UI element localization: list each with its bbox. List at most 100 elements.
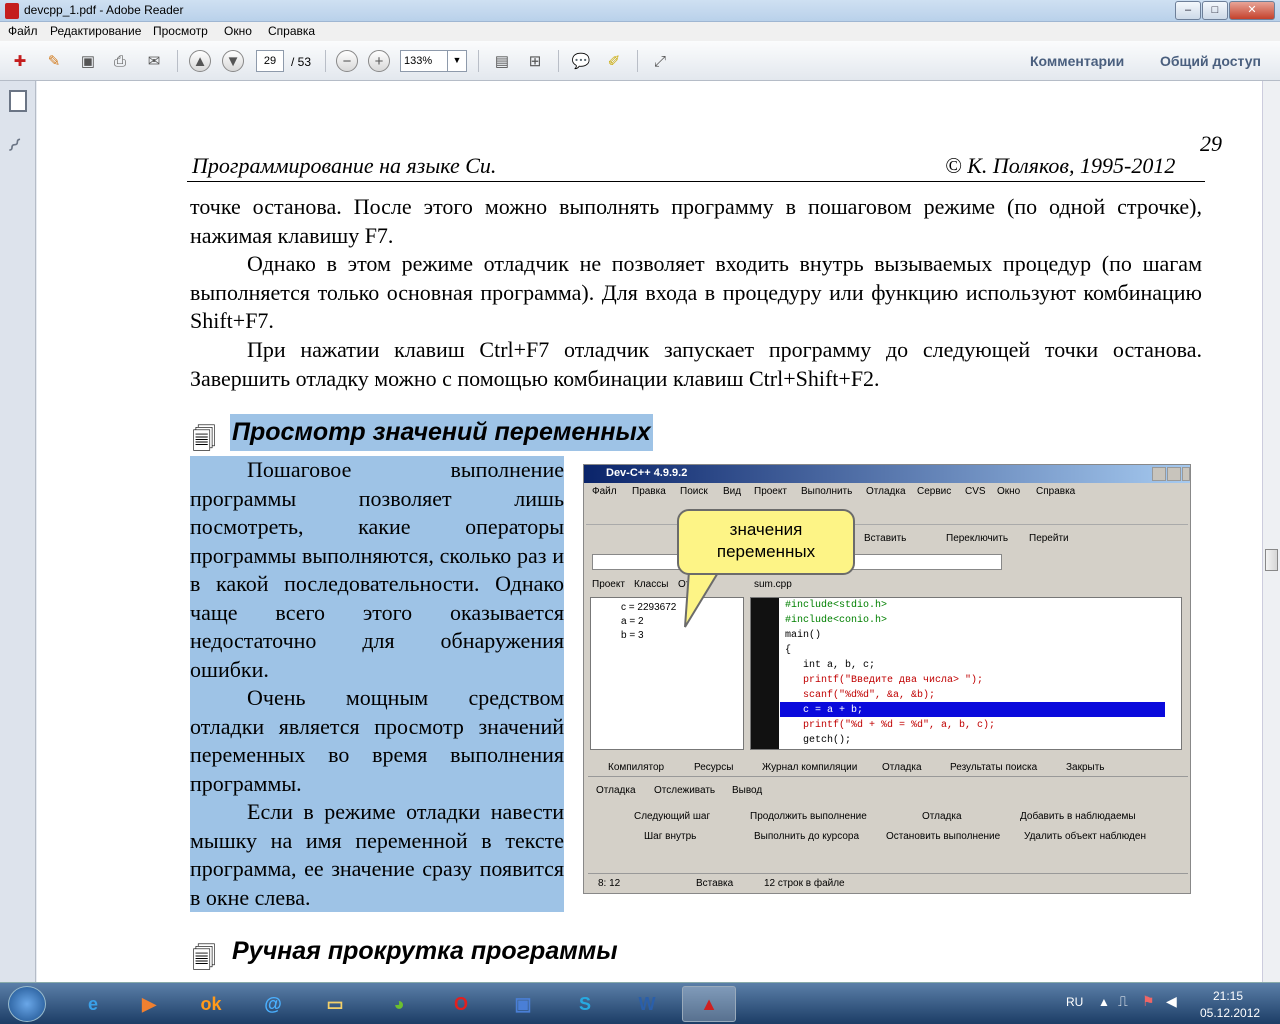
devcpp-action: Отладка (922, 811, 962, 822)
zoom-input[interactable]: 133% (400, 50, 448, 72)
acrobat-taskbar-icon[interactable]: ▲ (682, 986, 736, 1022)
clock-time[interactable]: 21:15 (1213, 989, 1243, 1003)
word-icon[interactable]: W (620, 986, 674, 1022)
comments-link[interactable]: Комментарии (1030, 53, 1124, 69)
devcpp-bottom-tab: Ресурсы (694, 762, 734, 773)
devcpp-screenshot: Dev-C++ 4.9.9.2 Файл Правка Поиск Вид Пр… (583, 464, 1191, 894)
explorer-icon[interactable]: ▭ (308, 986, 362, 1022)
paragraph: Если в режиме отладки навести мышку на и… (190, 798, 564, 912)
volume-icon[interactable]: ◀ (1166, 993, 1177, 1010)
devcpp-bottom-tab: Журнал компиляции (762, 762, 858, 773)
devcpp-menu-item: Окно (997, 486, 1021, 497)
read-mode-icon[interactable]: ⤢ (648, 49, 672, 73)
devcpp-action: Остановить выполнение (886, 831, 1001, 842)
devcpp-menu-item: Сервис (917, 486, 952, 497)
start-button[interactable] (8, 986, 46, 1022)
menu-bar: Файл Редактирование Просмотр Окно Справк… (0, 22, 1280, 41)
network-icon[interactable]: ⎍ (1118, 993, 1128, 1010)
code-line: c = a + b; (785, 705, 864, 716)
devcpp-action: Шаг внутрь (644, 831, 697, 842)
devcpp-tab: Проект (592, 579, 625, 590)
devcpp-status: 12 строк в файле (764, 878, 845, 889)
skype-icon[interactable]: S (558, 986, 612, 1022)
devcpp-menu-item: Правка (632, 486, 666, 497)
save-icon[interactable]: ▣ (76, 49, 100, 73)
devcpp-action: Продолжить выполнение (750, 811, 867, 822)
devcpp-menu-item: Файл (592, 486, 617, 497)
code-line: printf("%d + %d = %d", a, b, c); (785, 720, 996, 731)
devcpp-action: Выполнить до курсора (754, 831, 860, 842)
devcpp-bottom-tab: Отладка (882, 762, 922, 773)
devcpp-bottom-tab: Закрыть (1066, 762, 1105, 773)
email-icon[interactable]: ✉ (142, 49, 166, 73)
code-line: getch(); (785, 735, 852, 746)
fit-page-icon[interactable]: ▤ (490, 49, 514, 73)
clock-date[interactable]: 05.12.2012 (1200, 1006, 1260, 1020)
highlight-icon[interactable]: ✐ (602, 49, 626, 73)
fit-width-icon[interactable]: ⊞ (523, 49, 547, 73)
page-header-right: © К. Поляков, 1995-2012 (945, 153, 1176, 178)
page-number: 29 (1200, 131, 1222, 156)
zoom-in-icon[interactable]: + (368, 50, 390, 72)
mail-agent-icon[interactable]: @ (246, 986, 300, 1022)
code-line: int a, b, c; (785, 660, 876, 671)
vertical-scrollbar[interactable] (1262, 81, 1280, 982)
language-indicator[interactable]: RU (1066, 995, 1083, 1009)
menu-window[interactable]: Окно (224, 24, 252, 38)
toolbar-divider (177, 50, 178, 72)
code-line: main() (785, 630, 822, 641)
title-bar: devcpp_1.pdf - Adobe Reader – □ ✕ (0, 0, 1280, 22)
floppy-icon[interactable]: ▣ (496, 986, 550, 1022)
devcpp-menu-item: Отладка (866, 486, 906, 497)
watch-var: c = 2293672 (621, 602, 677, 613)
zoom-out-icon[interactable]: − (336, 50, 358, 72)
page-number-input[interactable]: 29 (256, 50, 284, 72)
print-icon[interactable]: ⎙ (108, 49, 132, 73)
menu-file[interactable]: Файл (8, 24, 38, 38)
open-icon[interactable]: ✎ (42, 49, 66, 73)
comment-icon[interactable]: 💬 (569, 49, 593, 73)
media-player-icon[interactable]: ▶ (122, 986, 176, 1022)
devcpp-status: Вставка (696, 878, 734, 889)
devcpp-bottom-tabs: Компилятор Ресурсы Журнал компиляции Отл… (588, 760, 1188, 777)
devcpp-action: Следующий шаг (634, 811, 711, 822)
document-page: 29 Программирование на языке Си. © К. По… (37, 81, 1262, 982)
devcpp-action: Удалить объект наблюден (1024, 831, 1146, 842)
attachment-icon[interactable]: ⌇ (2, 133, 27, 158)
devcpp-toggle-label: Переключить (946, 533, 1009, 544)
prev-page-icon[interactable]: ▲ (189, 50, 211, 72)
maximize-button[interactable]: □ (1202, 1, 1228, 20)
devcpp-sub-tab: Вывод (732, 785, 763, 796)
menu-edit[interactable]: Редактирование (50, 24, 141, 38)
paragraph: Пошаговое выполнение программы позволяет… (190, 456, 564, 684)
paragraph: При нажатии клавиш Ctrl+F7 отладчик запу… (190, 337, 1202, 391)
odnoklassniki-icon[interactable]: ok (184, 986, 238, 1022)
create-pdf-icon[interactable]: ✚ (8, 49, 32, 73)
devcpp-file-tab: sum.cpp (754, 579, 792, 590)
header-rule (187, 181, 1205, 182)
toolbar: ✚ ✎ ▣ ⎙ ✉ ▲ ▼ 29 / 53 − + 133% ▼ ▤ ⊞ 💬 ✐… (0, 41, 1280, 81)
devcpp-sub-tab: Отслеживать (654, 785, 716, 796)
next-page-icon[interactable]: ▼ (222, 50, 244, 72)
tray-expand-icon[interactable]: ▲ (1098, 995, 1110, 1009)
ie-icon[interactable]: e (66, 986, 120, 1022)
zoom-dropdown-icon[interactable]: ▼ (447, 50, 467, 72)
devcpp-menu-item: Выполнить (801, 486, 853, 497)
devcpp-menu-item: Справка (1036, 486, 1076, 497)
devcpp-maximize-icon (1167, 467, 1181, 481)
menu-view[interactable]: Просмотр (153, 24, 208, 38)
minimize-button[interactable]: – (1175, 1, 1201, 20)
opera-icon[interactable]: O (434, 986, 488, 1022)
close-button[interactable]: ✕ (1229, 1, 1275, 20)
app-icon[interactable]: ◕ (372, 986, 426, 1022)
action-center-icon[interactable]: ⚑ (1142, 993, 1155, 1010)
pages-icon[interactable] (9, 90, 27, 112)
menu-help[interactable]: Справка (268, 24, 315, 38)
watch-var: a = 2 (621, 616, 644, 627)
share-link[interactable]: Общий доступ (1160, 53, 1261, 69)
devcpp-title: Dev-C++ 4.9.9.2 (584, 465, 1190, 483)
code-line: { (785, 645, 792, 656)
devcpp-close-icon (1182, 467, 1190, 481)
devcpp-sub-tab: Отладка (596, 785, 636, 796)
scroll-thumb[interactable] (1265, 549, 1278, 571)
